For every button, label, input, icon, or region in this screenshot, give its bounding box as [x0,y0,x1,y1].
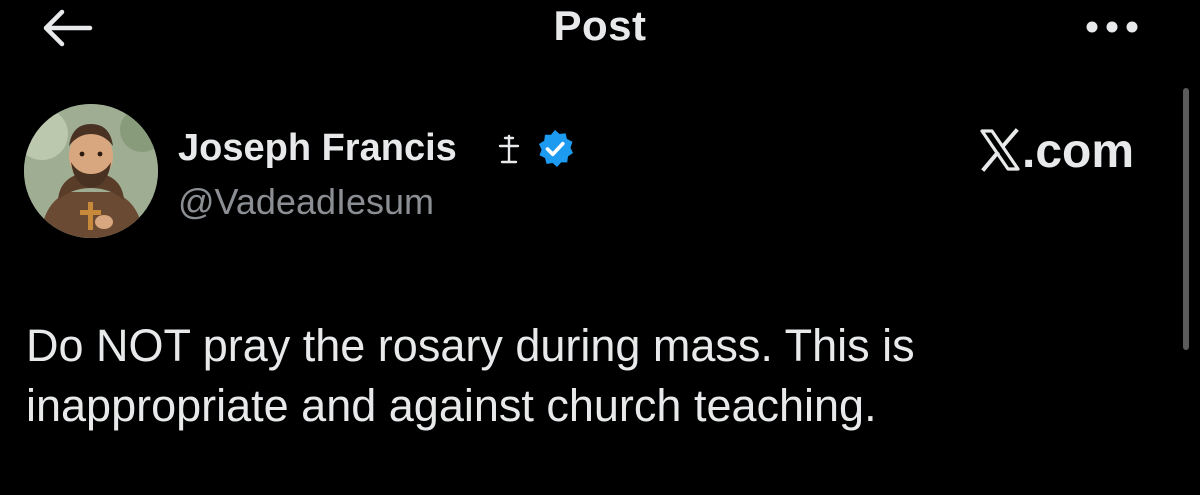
arrow-left-icon [43,9,93,47]
watermark-text: .com [1022,125,1135,178]
post-text-line: inappropriate and against church teachin… [26,380,877,431]
verified-badge-icon[interactable] [534,128,576,170]
more-horizontal-icon [1086,21,1138,33]
back-button[interactable] [36,4,96,52]
x-com-watermark: .com [960,122,1160,182]
scrollbar[interactable] [1183,88,1189,350]
more-options-button[interactable] [1082,12,1142,42]
top-app-bar: Post [0,0,1200,60]
page-title: Post [553,2,647,49]
avatar[interactable] [24,104,158,238]
author-display-name[interactable]: Joseph Francis [178,124,457,172]
author-handle[interactable]: @VadeadIesum [178,178,434,226]
post-text: Do NOT pray the rosary during mass. This… [26,316,1146,436]
cross-emoji-icon [498,134,520,164]
post-text-line: Do NOT pray the rosary during mass. This… [26,320,915,371]
avatar-image [24,104,158,238]
x-logo-icon [980,128,1020,172]
